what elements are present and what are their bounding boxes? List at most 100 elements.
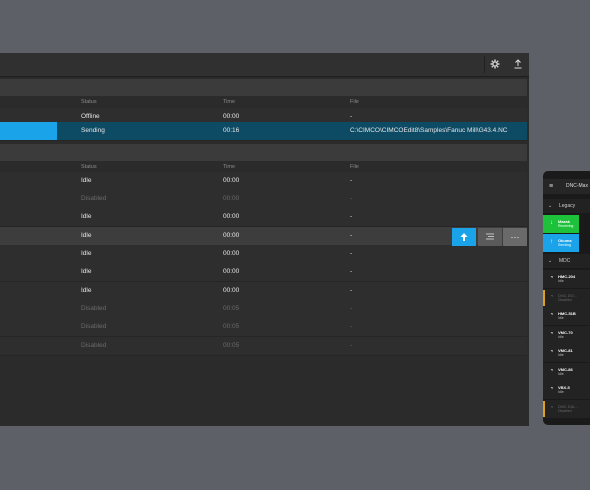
file-cell: - — [350, 268, 353, 275]
group-label: MDC — [559, 258, 571, 264]
status-cell: Idle — [81, 177, 92, 184]
status-cell: Idle — [81, 250, 92, 257]
status-column-header: Status — [81, 99, 97, 105]
legacy-section-bar[interactable] — [0, 79, 527, 96]
time-cell: 00:00 — [223, 195, 240, 202]
file-column-header: File — [350, 99, 359, 105]
status-cell: Disabled — [81, 323, 107, 330]
status-cell: Idle — [81, 287, 92, 294]
top-toolbar — [0, 53, 529, 77]
download-icon: ↓ — [550, 220, 553, 226]
mobile-device-item[interactable]: ◔ VMC-81 Idle — [543, 344, 590, 363]
dnc-main-window: Status Time File Offline 00:00- Sending 00:… — [0, 53, 529, 426]
device-status: Idle — [558, 390, 564, 394]
time-cell: 00:00 — [223, 250, 240, 257]
status-cell: Idle — [81, 213, 92, 220]
legacy-table-header: Status Time File — [0, 96, 527, 108]
mobile-device-item[interactable]: ◔ VMC-86 Idle — [543, 362, 590, 382]
device-status: Disabled — [558, 408, 572, 413]
gear-icon[interactable] — [486, 55, 504, 73]
time-cell: 00:00 — [223, 268, 240, 275]
device-status: Receiving — [558, 224, 574, 228]
file-cell: - — [350, 250, 353, 257]
chevron-down-icon: ⌄ — [548, 203, 553, 209]
mdc-section-bar[interactable] — [0, 144, 527, 161]
status-cell: Disabled — [81, 342, 107, 349]
time-cell: 00:16 — [223, 127, 240, 134]
mobile-group-legacy[interactable]: ⌄ Legacy — [543, 199, 590, 213]
mobile-device-item[interactable]: ◔ DNC DIA... Disabled — [543, 399, 590, 419]
mobile-device-item[interactable]: ↓ Mazak Receiving — [543, 215, 579, 234]
device-status: Idle — [558, 353, 564, 357]
status-cell: Idle — [81, 232, 92, 239]
list-icon[interactable] — [478, 228, 502, 246]
file-cell: - — [350, 195, 353, 202]
device-status: Idle — [558, 334, 564, 339]
mobile-device-item[interactable]: ◔ HMC-204 Idle — [543, 270, 590, 289]
status-cell: Disabled — [81, 305, 107, 312]
file-cell: - — [350, 213, 353, 220]
table-row[interactable]: Disabled 00:05 - — [0, 300, 527, 319]
table-row[interactable]: Idle 00:00 - — [0, 227, 527, 246]
mobile-device-item[interactable]: ◔ DNC DO... Disabled — [543, 288, 590, 308]
time-cell: 00:05 — [223, 342, 240, 349]
device-status: Disabled — [558, 297, 572, 302]
time-cell: 00:00 — [223, 177, 240, 184]
table-row[interactable]: Disabled 00:05 - — [0, 337, 527, 356]
file-cell: C:\CIMCO\CIMCOEdit8\Samples\Fanuc Mill\G… — [350, 127, 508, 134]
table-row[interactable]: Idle 00:00 - — [0, 282, 527, 301]
more-button[interactable]: ··· — [503, 228, 527, 246]
progress-bar — [0, 122, 57, 140]
gauge-icon: ◔ — [549, 404, 554, 411]
time-column-header: Time — [223, 99, 236, 105]
mobile-group-mdc[interactable]: ⌄ MDC — [543, 254, 590, 268]
mobile-device-item[interactable]: ◔ HMC-51B Idle — [543, 307, 590, 326]
file-cell: - — [350, 323, 353, 330]
send-file-button[interactable] — [452, 228, 476, 246]
gauge-icon: ◔ — [549, 293, 554, 300]
gauge-icon: ◔ — [549, 330, 554, 337]
upload-icon: ↑ — [550, 239, 553, 245]
mobile-device-item[interactable]: ◔ VBX-5 Idle — [543, 381, 590, 400]
warning-stripe — [543, 289, 545, 306]
table-row[interactable]: Sending 00:16 C:\CIMCO\CIMCOEdit8\Samples\… — [0, 122, 527, 141]
group-label: Legacy — [559, 203, 576, 209]
mobile-app-title: DNC-Max — [566, 183, 588, 189]
hamburger-menu-icon[interactable]: ≡ — [549, 179, 553, 194]
file-cell: - — [350, 232, 353, 239]
gauge-icon: ◔ — [549, 367, 554, 374]
mobile-device-item[interactable]: ↑ Okuma Sending — [543, 234, 579, 253]
warning-stripe — [543, 400, 545, 417]
device-status: Idle — [558, 316, 564, 320]
gauge-icon: ◔ — [549, 386, 554, 392]
table-row[interactable]: Idle 00:00 - — [0, 263, 527, 282]
gauge-icon: ◔ — [549, 312, 554, 318]
table-row[interactable]: Idle 00:00 - — [0, 172, 527, 191]
time-cell: 00:00 — [223, 287, 240, 294]
table-row[interactable]: Disabled 00:00 - — [0, 190, 527, 209]
time-cell: 00:00 — [223, 213, 240, 220]
device-status: Sending — [558, 243, 571, 247]
time-cell: 00:05 — [223, 323, 240, 330]
time-cell: 00:05 — [223, 305, 240, 312]
gauge-icon: ◔ — [549, 349, 554, 355]
file-cell: - — [350, 305, 353, 312]
file-cell: - — [350, 177, 353, 184]
gauge-icon: ◔ — [549, 275, 554, 281]
upload-icon[interactable] — [509, 55, 527, 73]
mobile-app-preview: ≡ DNC-Max ⌄ Legacy ↓ Mazak Receiving ↑ Okuma… — [543, 171, 590, 425]
file-cell: - — [350, 287, 353, 294]
status-cell: Idle — [81, 268, 92, 275]
table-row[interactable]: Disabled 00:05 - — [0, 318, 527, 337]
mobile-device-item[interactable]: ◔ VMC-70 Idle — [543, 325, 590, 345]
table-row[interactable]: Idle 00:00 - — [0, 208, 527, 227]
chevron-down-icon: ⌄ — [548, 258, 553, 264]
device-status: Idle — [558, 279, 564, 283]
status-cell: Sending — [81, 127, 105, 134]
time-cell: 00:00 — [223, 232, 240, 239]
toolbar-divider — [484, 56, 485, 73]
mobile-header: ≡ DNC-Max — [543, 179, 590, 194]
device-status: Idle — [558, 371, 564, 376]
table-row[interactable]: Idle 00:00 - — [0, 245, 527, 264]
status-cell: Disabled — [81, 195, 107, 202]
